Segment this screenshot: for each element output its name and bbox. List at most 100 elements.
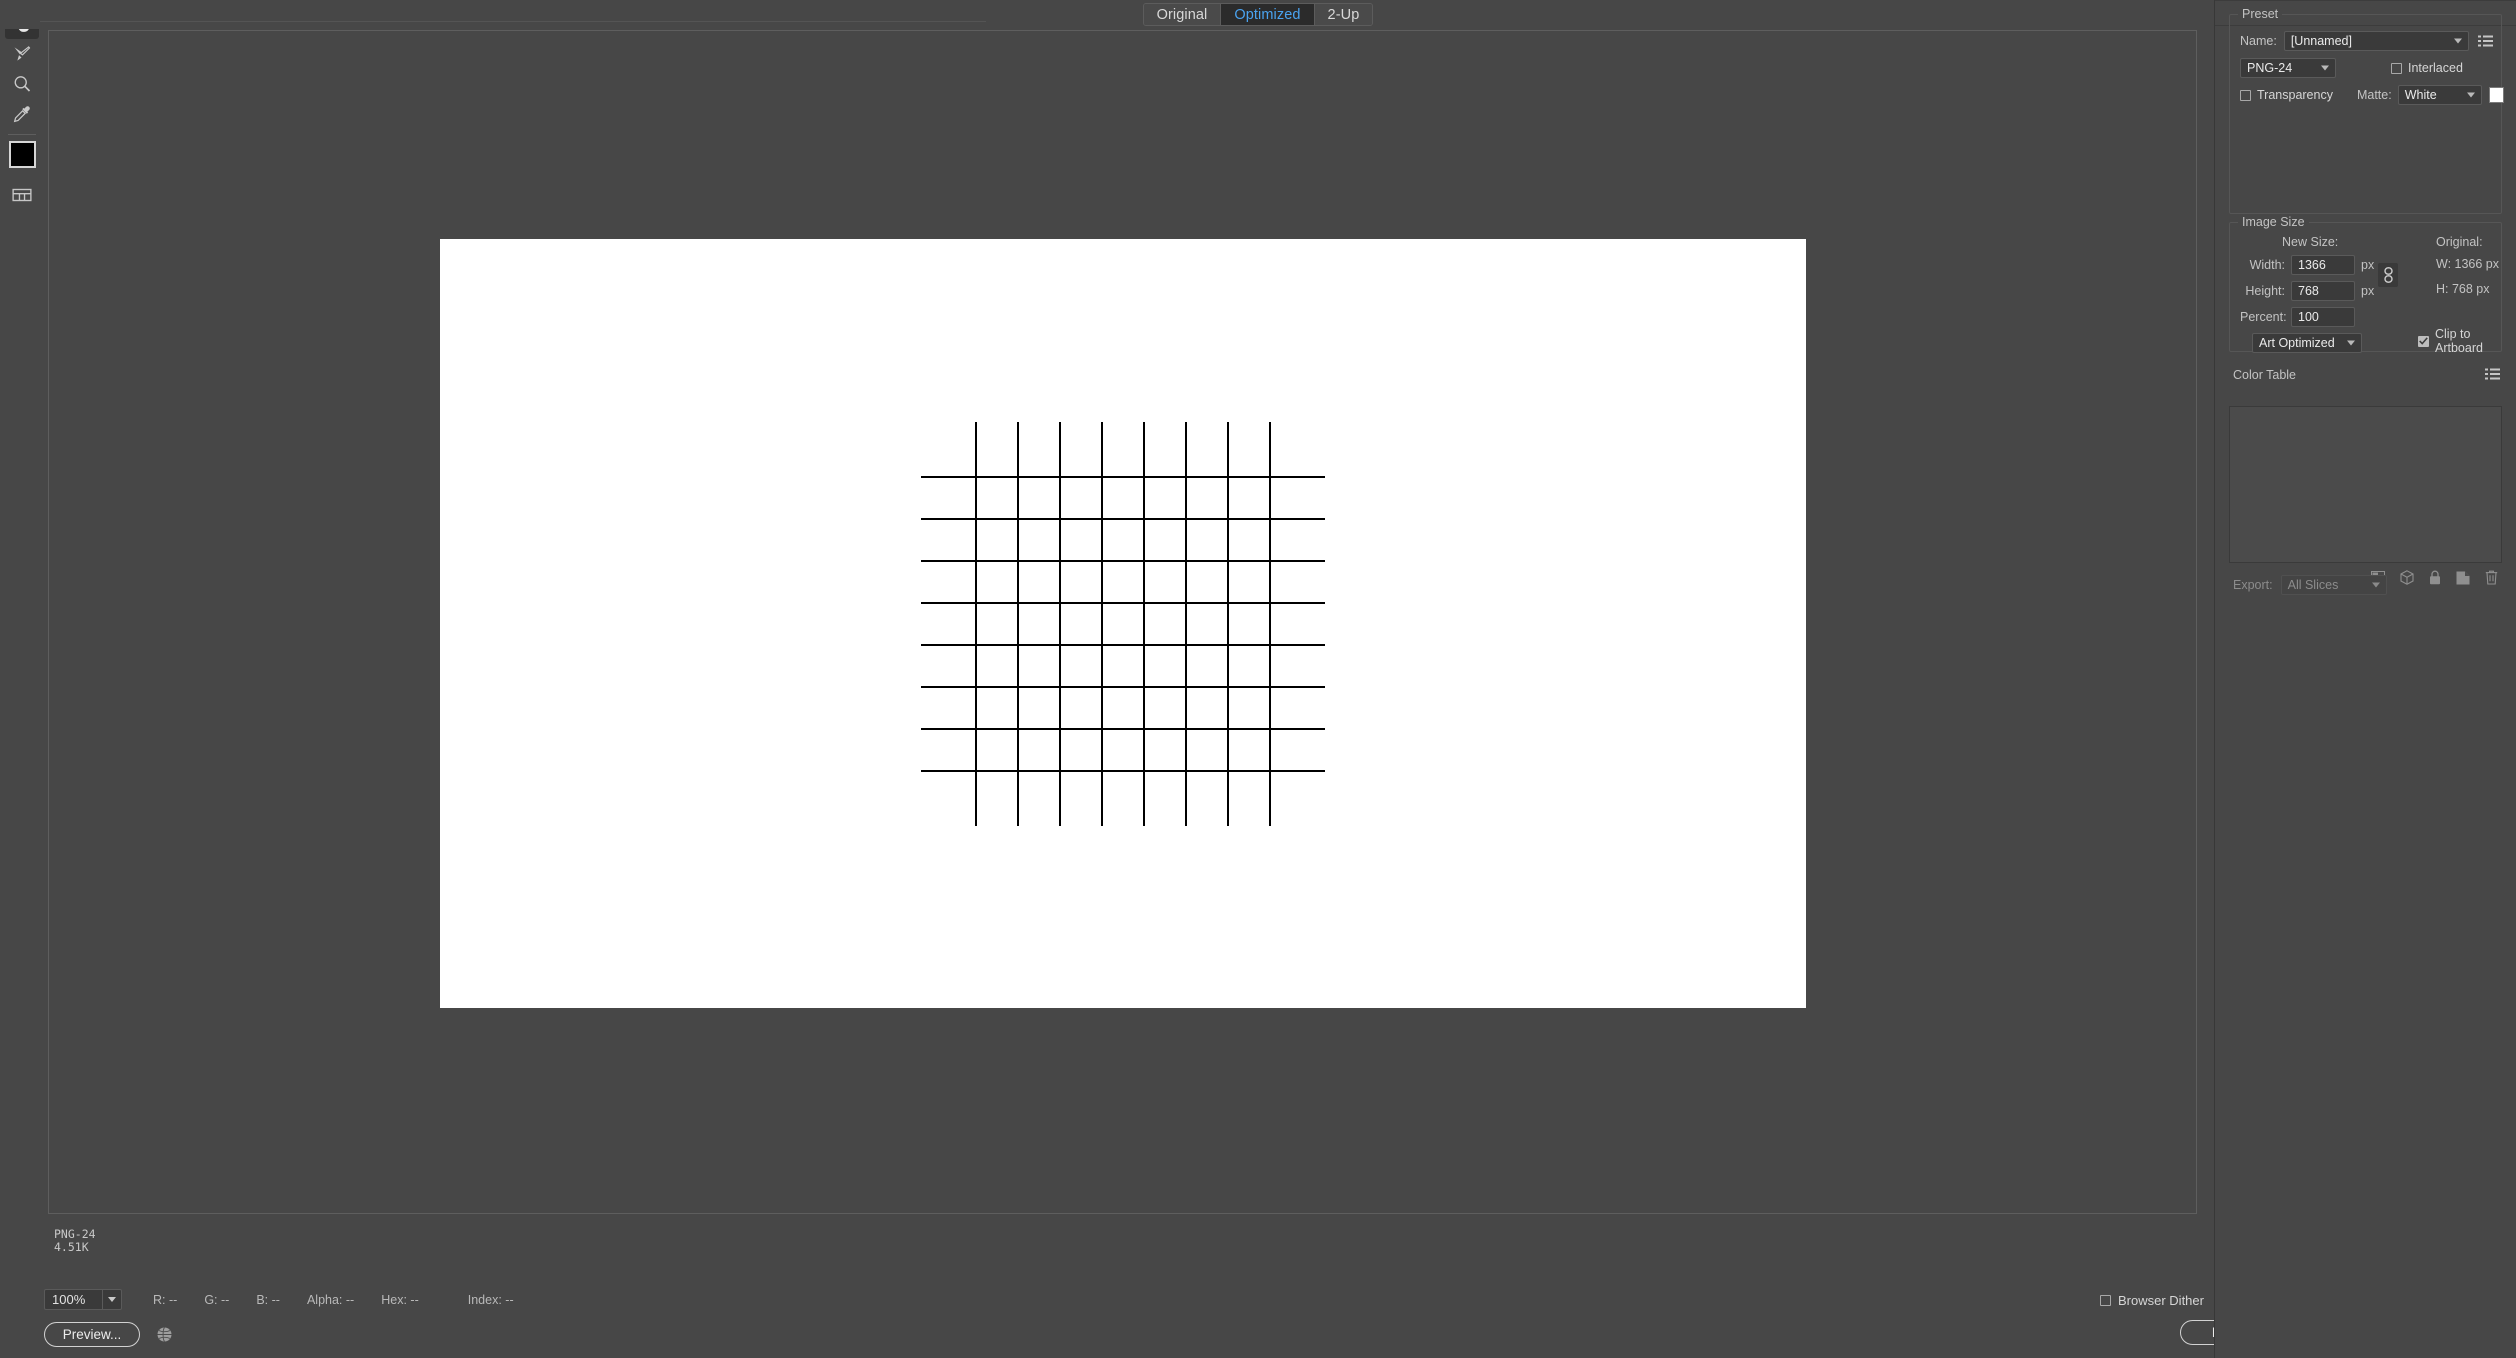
transparency-row[interactable]: Transparency xyxy=(2240,88,2333,102)
readout-g-value: -- xyxy=(221,1292,230,1307)
readout-r-value: -- xyxy=(168,1292,178,1307)
readout-index-label: Index: xyxy=(467,1292,502,1307)
clip-to-artboard-checkbox[interactable] xyxy=(2418,335,2429,347)
color-table-swatches[interactable] xyxy=(2229,406,2502,563)
lock-icon xyxy=(2430,570,2440,585)
readout-b-value: -- xyxy=(271,1292,280,1307)
slices-visibility-icon xyxy=(12,188,32,202)
artboard[interactable] xyxy=(440,239,1806,1008)
readout-hex: Hex: -- xyxy=(381,1293,419,1307)
delete-color-button[interactable] xyxy=(2485,570,2498,585)
export-label: Export: xyxy=(2233,578,2273,592)
browser-dither-row[interactable]: Browser Dither xyxy=(2100,1293,2204,1308)
statusbar-zoom-row: 100% R: -- G: -- B: -- Alpha: -- Hex: --… xyxy=(44,1289,541,1310)
view-mode-tabbar: Original Optimized 2-Up xyxy=(0,0,2516,29)
percent-input[interactable]: 100 xyxy=(2291,307,2355,327)
color-table-toolbar xyxy=(2371,570,2498,585)
readout-index: Index: -- xyxy=(468,1293,514,1307)
tab-optimized[interactable]: Optimized xyxy=(1221,4,1315,25)
height-value: 768 xyxy=(2298,284,2319,298)
browser-dither-checkbox[interactable] xyxy=(2100,1295,2111,1306)
chevron-down-glyph xyxy=(108,1297,116,1302)
slice-select-tool[interactable] xyxy=(5,39,39,69)
foreground-color-swatch[interactable] xyxy=(8,141,36,168)
readout-b: B: -- xyxy=(256,1293,280,1307)
height-label: Height: xyxy=(2245,284,2285,298)
transparency-label: Transparency xyxy=(2257,88,2333,102)
matte-label: Matte: xyxy=(2356,88,2392,102)
preview-button[interactable]: Preview... xyxy=(44,1322,140,1347)
interlaced-label: Interlaced xyxy=(2408,61,2463,75)
constrain-proportions-icon xyxy=(2383,267,2393,283)
chevron-down-icon xyxy=(2347,340,2355,346)
panel-divider-top xyxy=(2215,0,2516,1)
zoom-level-select[interactable]: 100% xyxy=(44,1289,122,1310)
slice-select-icon xyxy=(14,46,31,61)
preset-legend: Preset xyxy=(2238,7,2283,21)
chevron-down-icon xyxy=(2454,38,2462,44)
original-height-value: H: 768 px xyxy=(2436,282,2490,296)
clip-to-artboard-label: Clip to Artboard xyxy=(2435,327,2483,355)
clip-to-artboard-row[interactable]: Clip to Artboard xyxy=(2418,327,2501,355)
width-input[interactable]: 1366 xyxy=(2291,255,2355,275)
height-input[interactable]: 768 xyxy=(2291,281,2355,301)
web-shift-button[interactable] xyxy=(2400,570,2414,585)
browser-preview-button[interactable] xyxy=(156,1326,173,1343)
trash-icon xyxy=(2485,570,2498,585)
matte-select[interactable]: White xyxy=(2397,85,2483,105)
chevron-down-icon xyxy=(102,1290,121,1309)
zoom-tool[interactable] xyxy=(5,69,39,99)
width-label: Width: xyxy=(2249,258,2285,272)
color-table-menu-button[interactable] xyxy=(2485,368,2500,380)
matte-value: White xyxy=(2404,88,2437,102)
quality-select[interactable]: Art Optimized xyxy=(2252,333,2362,353)
canvas-viewport[interactable] xyxy=(48,30,2197,1214)
zoom-level-value: 100% xyxy=(52,1292,86,1307)
interlaced-row[interactable]: Interlaced xyxy=(2391,61,2463,75)
file-format-select[interactable]: PNG-24 xyxy=(2240,58,2336,78)
toolbar-divider xyxy=(8,134,36,135)
settings-panel: Preset Name: [Unnamed] PNG-24 Interlaced… xyxy=(2214,0,2516,1358)
image-size-group: Image Size New Size: Original: Width: 13… xyxy=(2229,215,2502,355)
browser-dither-label: Browser Dither xyxy=(2118,1293,2204,1308)
matte-color-swatch[interactable] xyxy=(2489,87,2504,103)
toggle-slices-visibility-button[interactable] xyxy=(5,180,39,210)
readout-alpha: Alpha: -- xyxy=(307,1293,354,1307)
percent-label: Percent: xyxy=(2240,310,2287,324)
list-menu-icon xyxy=(2477,35,2493,47)
original-width-value: W: 1366 px xyxy=(2436,257,2500,271)
file-size-label: 4.51K xyxy=(54,1240,89,1254)
interlaced-checkbox[interactable] xyxy=(2391,62,2402,74)
magnifier-icon xyxy=(14,76,31,92)
export-select[interactable]: All Slices xyxy=(2280,575,2387,595)
export-row: Export: All Slices xyxy=(2233,575,2387,595)
preset-group: Preset Name: [Unnamed] PNG-24 Interlaced… xyxy=(2229,7,2504,214)
tools-panel xyxy=(0,0,44,1358)
readout-g-label: G: xyxy=(204,1292,218,1307)
readout-hex-label: Hex: xyxy=(381,1292,407,1307)
chevron-down-icon xyxy=(2321,65,2329,71)
chevron-down-icon xyxy=(2371,582,2380,588)
eyedropper-tool[interactable] xyxy=(5,99,39,129)
preset-menu-button[interactable] xyxy=(2476,35,2494,47)
readout-index-value: -- xyxy=(505,1292,514,1307)
color-readouts: R: -- G: -- B: -- Alpha: -- Hex: -- Inde… xyxy=(153,1293,541,1307)
width-value: 1366 xyxy=(2298,258,2326,272)
constrain-proportions-button[interactable] xyxy=(2378,263,2398,287)
preview-row: Preview... xyxy=(44,1322,173,1347)
preset-name-select[interactable]: [Unnamed] xyxy=(2283,31,2469,51)
globe-icon xyxy=(157,1327,172,1342)
height-unit: px xyxy=(2361,284,2375,298)
new-color-button[interactable] xyxy=(2456,571,2470,585)
export-value: All Slices xyxy=(2287,578,2339,592)
lock-color-button[interactable] xyxy=(2429,570,2441,585)
view-mode-tabgroup: Original Optimized 2-Up xyxy=(1142,3,1374,26)
readout-hex-value: -- xyxy=(410,1292,419,1307)
list-menu-icon xyxy=(2485,368,2500,380)
tab-2up[interactable]: 2-Up xyxy=(1314,4,1373,25)
readout-b-label: B: xyxy=(256,1292,269,1307)
transparency-checkbox[interactable] xyxy=(2240,89,2251,101)
tab-original[interactable]: Original xyxy=(1143,4,1222,25)
color-table-title: Color Table xyxy=(2233,368,2297,382)
chevron-down-icon xyxy=(2467,92,2476,98)
